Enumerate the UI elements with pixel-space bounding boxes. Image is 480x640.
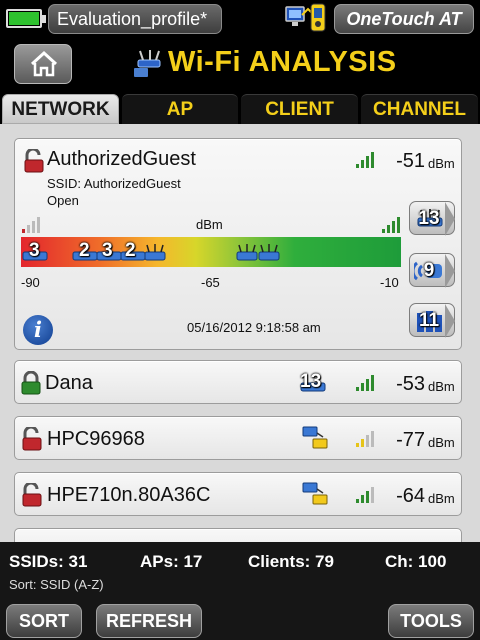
scale-max-label: -10 xyxy=(380,275,399,290)
security-type: Open xyxy=(47,193,79,208)
chevron-right-icon xyxy=(445,254,455,288)
signal-value: -77 xyxy=(396,429,425,451)
channel-count: 11 xyxy=(418,310,440,331)
ap-count: 13 xyxy=(418,208,440,229)
wifi-analysis-icon xyxy=(134,50,161,77)
ap-cluster-icons xyxy=(22,244,280,261)
network-row[interactable]: HPE710n.80A36C -64 dBm xyxy=(14,472,462,516)
channel-count-button[interactable]: 11 xyxy=(409,303,455,338)
ap-cluster-count[interactable]: 3 xyxy=(29,240,40,262)
ssid-total: SSIDs: 31 xyxy=(9,552,88,571)
device-status-icon[interactable] xyxy=(284,3,330,35)
network-row-partial[interactable] xyxy=(14,528,462,542)
network-list[interactable]: AuthorizedGuest SSID: AuthorizedGuest Op… xyxy=(0,124,480,542)
network-row[interactable]: Dana 13 -53 dBm xyxy=(14,360,462,404)
tab-client[interactable]: CLIENT xyxy=(241,94,358,124)
ssid-line: SSID: AuthorizedGuest xyxy=(47,176,181,191)
network-name: HPE710n.80A36C xyxy=(47,484,211,506)
ap-count-badge[interactable]: 13 xyxy=(300,371,321,393)
refresh-button[interactable]: REFRESH xyxy=(96,604,202,638)
client-total: Clients: 79 xyxy=(248,552,334,571)
signal-value: -64 xyxy=(396,485,425,507)
weak-signal-icon xyxy=(22,217,40,233)
tools-button[interactable]: TOOLS xyxy=(388,604,474,638)
network-name: AuthorizedGuest xyxy=(47,148,196,170)
network-name: Dana xyxy=(45,372,93,394)
summary-bar: SSIDs: 31 APs: 17 Clients: 79 Ch: 100 So… xyxy=(0,542,480,598)
client-count-button[interactable]: 9 xyxy=(409,253,455,288)
scale-min-label: -90 xyxy=(21,275,40,290)
network-row[interactable]: HPC96968 -77 dBm xyxy=(14,416,462,460)
tab-ap[interactable]: AP xyxy=(122,94,238,124)
brand-label: OneTouch AT xyxy=(334,4,474,34)
ap-count-button[interactable]: 13 xyxy=(409,201,455,236)
network-card-expanded[interactable]: AuthorizedGuest SSID: AuthorizedGuest Op… xyxy=(14,138,462,350)
page-title: Wi-Fi ANALYSIS xyxy=(168,46,397,78)
channel-total: Ch: 100 xyxy=(385,552,447,571)
battery-icon xyxy=(6,9,46,28)
home-button[interactable] xyxy=(14,44,72,84)
tab-bar: NETWORK AP CLIENT CHANNEL xyxy=(0,94,480,124)
unlocked-red-lock-icon xyxy=(24,149,44,173)
chevron-right-icon xyxy=(445,202,455,236)
signal-unit: dBm xyxy=(428,156,455,171)
tab-channel[interactable]: CHANNEL xyxy=(361,94,478,124)
ap-cluster-count[interactable]: 2 xyxy=(125,240,136,262)
ad-hoc-network-icon xyxy=(302,482,328,505)
strong-signal-icon xyxy=(382,217,400,233)
ap-cluster-count[interactable]: 3 xyxy=(102,240,113,262)
status-bar: Evaluation_profile* OneTouch AT xyxy=(0,0,480,38)
unlocked-red-lock-icon xyxy=(22,483,42,507)
title-bar: Wi-Fi ANALYSIS xyxy=(0,38,480,94)
scale-mid-label: -65 xyxy=(201,275,220,290)
signal-unit: dBm xyxy=(428,379,455,394)
signal-value: -53 xyxy=(396,373,425,395)
signal-unit: dBm xyxy=(428,491,455,506)
client-count: 9 xyxy=(423,260,435,281)
timestamp: 05/16/2012 9:18:58 am xyxy=(187,320,321,335)
signal-unit: dBm xyxy=(428,435,455,450)
ap-total: APs: 17 xyxy=(140,552,203,571)
unlocked-red-lock-icon xyxy=(22,427,42,451)
bottom-toolbar: SORT REFRESH TOOLS xyxy=(0,598,480,640)
signal-value: -51 xyxy=(396,150,425,172)
sort-button[interactable]: SORT xyxy=(6,604,82,638)
profile-selector[interactable]: Evaluation_profile* xyxy=(48,4,222,34)
ad-hoc-network-icon xyxy=(302,426,328,449)
home-icon xyxy=(30,50,58,77)
tab-network[interactable]: NETWORK xyxy=(2,94,119,124)
green-lock-icon xyxy=(21,371,41,395)
network-name: HPC96968 xyxy=(47,428,145,450)
signal-distribution-bar: 3 2 3 2 xyxy=(21,237,401,267)
scale-unit: dBm xyxy=(196,217,223,232)
chevron-right-icon xyxy=(445,304,455,338)
info-icon[interactable]: i xyxy=(23,315,53,345)
sort-label: Sort: SSID (A-Z) xyxy=(9,577,104,592)
ap-cluster-count[interactable]: 2 xyxy=(79,240,90,262)
